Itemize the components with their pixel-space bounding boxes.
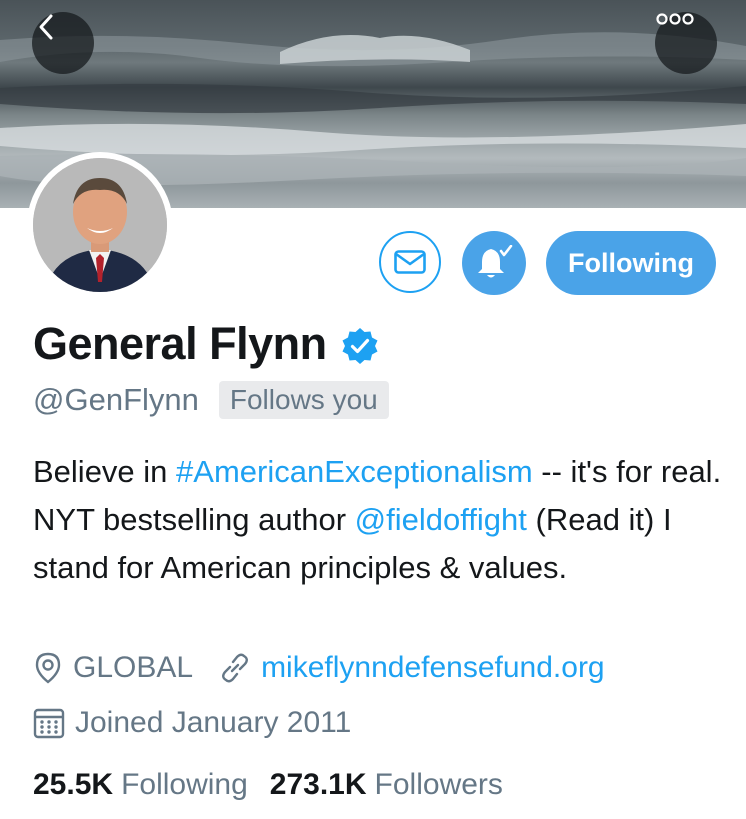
following-button[interactable]: Following [546, 231, 716, 295]
bell-check-icon [478, 245, 513, 278]
chevron-left-icon [39, 14, 53, 40]
following-count: 25.5K [33, 768, 114, 801]
verified-badge-icon [342, 328, 378, 364]
avatar[interactable] [27, 152, 173, 298]
profile-handle: @GenFlynn [33, 382, 199, 417]
envelope-icon [394, 250, 426, 274]
profile-bio: Believe in #AmericanExceptionalism -- it… [33, 448, 723, 592]
website-link[interactable]: mikeflynndefensefund.org [261, 651, 605, 685]
notifications-button[interactable] [462, 231, 526, 295]
back-button[interactable] [32, 12, 94, 74]
message-button[interactable] [379, 231, 441, 293]
joined-date: Joined January 2011 [75, 706, 352, 739]
joined-row: Joined January 2011 [33, 706, 351, 740]
more-button[interactable] [655, 12, 717, 74]
handle-row: @GenFlynn Follows you [33, 381, 389, 419]
more-dots-icon [656, 13, 694, 25]
bio-text: Believe in [33, 454, 177, 489]
avatar-photo [33, 158, 167, 292]
profile-meta-row: GLOBAL mikeflynndefensefund.org [33, 651, 605, 685]
profile-name-row: General Flynn [33, 318, 379, 370]
followers-label: Followers [374, 768, 503, 801]
profile-stats: 25.5K Following 273.1K Followers [33, 768, 503, 802]
calendar-icon [33, 708, 65, 739]
following-stat[interactable]: 25.5K Following [33, 768, 248, 802]
location-pin-icon [35, 652, 61, 684]
following-label: Following [121, 768, 248, 801]
location-text: GLOBAL [73, 651, 194, 684]
bio-mention-link[interactable]: @fieldoffight [355, 502, 527, 537]
profile-photo-image [33, 158, 167, 292]
profile-name: General Flynn [33, 318, 327, 369]
link-icon [222, 653, 249, 683]
followers-stat[interactable]: 273.1K Followers [270, 768, 503, 802]
followers-count: 273.1K [269, 768, 367, 801]
follows-you-badge: Follows you [218, 381, 389, 419]
bio-hashtag-link[interactable]: #AmericanExceptionalism [176, 454, 533, 489]
